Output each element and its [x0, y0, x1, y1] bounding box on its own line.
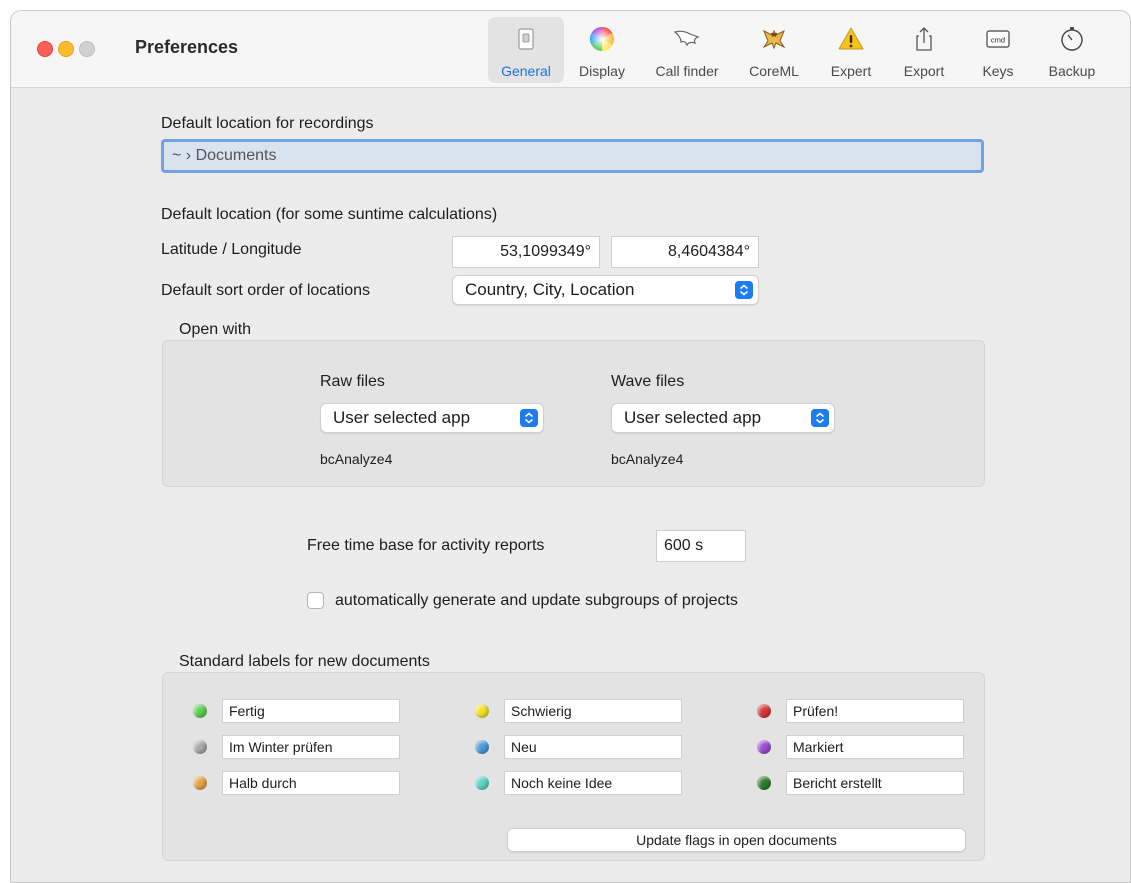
- tab-call-finder[interactable]: Call finder: [642, 17, 732, 83]
- titlebar: Preferences General Display Call finder …: [11, 11, 1130, 88]
- stopwatch-icon: [1061, 27, 1083, 51]
- longitude-field[interactable]: 8,4604384°: [611, 236, 759, 268]
- label-color-teal-icon: [475, 776, 489, 790]
- general-switch-icon: [518, 28, 534, 50]
- open-with-heading: Open with: [179, 321, 252, 338]
- share-icon: [916, 27, 932, 51]
- tab-export[interactable]: Export: [890, 17, 958, 83]
- default-location-heading: Default location (for some suntime calcu…: [161, 206, 498, 223]
- tab-backup[interactable]: Backup: [1034, 17, 1110, 83]
- label-field[interactable]: Prüfen!: [786, 699, 964, 723]
- latlon-label: Latitude / Longitude: [161, 241, 302, 258]
- tab-coreml[interactable]: CoreML: [736, 17, 812, 83]
- label-field[interactable]: Neu: [504, 735, 682, 759]
- label-field[interactable]: Im Winter prüfen: [222, 735, 400, 759]
- bat-wing-icon: [673, 30, 700, 47]
- wave-files-label: Wave files: [611, 373, 685, 390]
- cmd-key-icon: cmd: [986, 30, 1010, 48]
- open-with-group: Raw files User selected app bcAnalyze4 W…: [162, 340, 985, 487]
- label-color-gray-icon: [193, 740, 207, 754]
- free-time-label: Free time base for activity reports: [307, 537, 545, 554]
- tab-expert[interactable]: Expert: [816, 17, 886, 83]
- label-field[interactable]: Schwierig: [504, 699, 682, 723]
- close-window-button[interactable]: [37, 41, 53, 57]
- recordings-path-control[interactable]: ~ › Documents: [161, 139, 984, 173]
- warning-icon: [838, 27, 864, 50]
- label-field[interactable]: Markiert: [786, 735, 964, 759]
- label-color-dark-green-icon: [757, 776, 771, 790]
- label-field[interactable]: Fertig: [222, 699, 400, 723]
- minimize-window-button[interactable]: [58, 41, 74, 57]
- popup-stepper-icon: [811, 409, 829, 427]
- svg-text:cmd: cmd: [991, 36, 1005, 45]
- latitude-field[interactable]: 53,1099349°: [452, 236, 600, 268]
- label-color-red-icon: [757, 704, 771, 718]
- color-wheel-icon: [589, 26, 615, 51]
- wave-files-selected-app: bcAnalyze4: [611, 451, 684, 467]
- tab-keys[interactable]: cmd Keys: [966, 17, 1030, 83]
- label-color-blue-icon: [475, 740, 489, 754]
- label-color-green-icon: [193, 704, 207, 718]
- preferences-window: Preferences General Display Call finder …: [10, 10, 1131, 883]
- standard-labels-heading: Standard labels for new documents: [179, 653, 430, 670]
- label-field[interactable]: Halb durch: [222, 771, 400, 795]
- tab-general[interactable]: General: [488, 17, 564, 83]
- auto-subgroups-checkbox[interactable]: [307, 592, 324, 609]
- free-time-field[interactable]: 600 s: [656, 530, 746, 562]
- label-color-orange-icon: [193, 776, 207, 790]
- raw-files-popup[interactable]: User selected app: [320, 403, 544, 433]
- recordings-location-label: Default location for recordings: [161, 115, 374, 132]
- popup-stepper-icon: [735, 281, 753, 299]
- wave-files-popup[interactable]: User selected app: [611, 403, 835, 433]
- popup-stepper-icon: [520, 409, 538, 427]
- label-color-yellow-icon: [475, 704, 489, 718]
- zoom-window-button[interactable]: [79, 41, 95, 57]
- auto-subgroups-label: automatically generate and update subgro…: [335, 592, 738, 609]
- label-field[interactable]: Noch keine Idee: [504, 771, 682, 795]
- raw-files-label: Raw files: [320, 373, 385, 390]
- raw-files-selected-app: bcAnalyze4: [320, 451, 393, 467]
- tab-display[interactable]: Display: [566, 17, 638, 83]
- sort-order-popup[interactable]: Country, City, Location: [452, 275, 759, 305]
- bat-icon: [762, 29, 786, 50]
- label-color-purple-icon: [757, 740, 771, 754]
- update-flags-button[interactable]: Update flags in open documents: [507, 828, 966, 852]
- sort-order-label: Default sort order of locations: [161, 282, 370, 299]
- window-title: Preferences: [135, 37, 239, 57]
- label-field[interactable]: Bericht erstellt: [786, 771, 964, 795]
